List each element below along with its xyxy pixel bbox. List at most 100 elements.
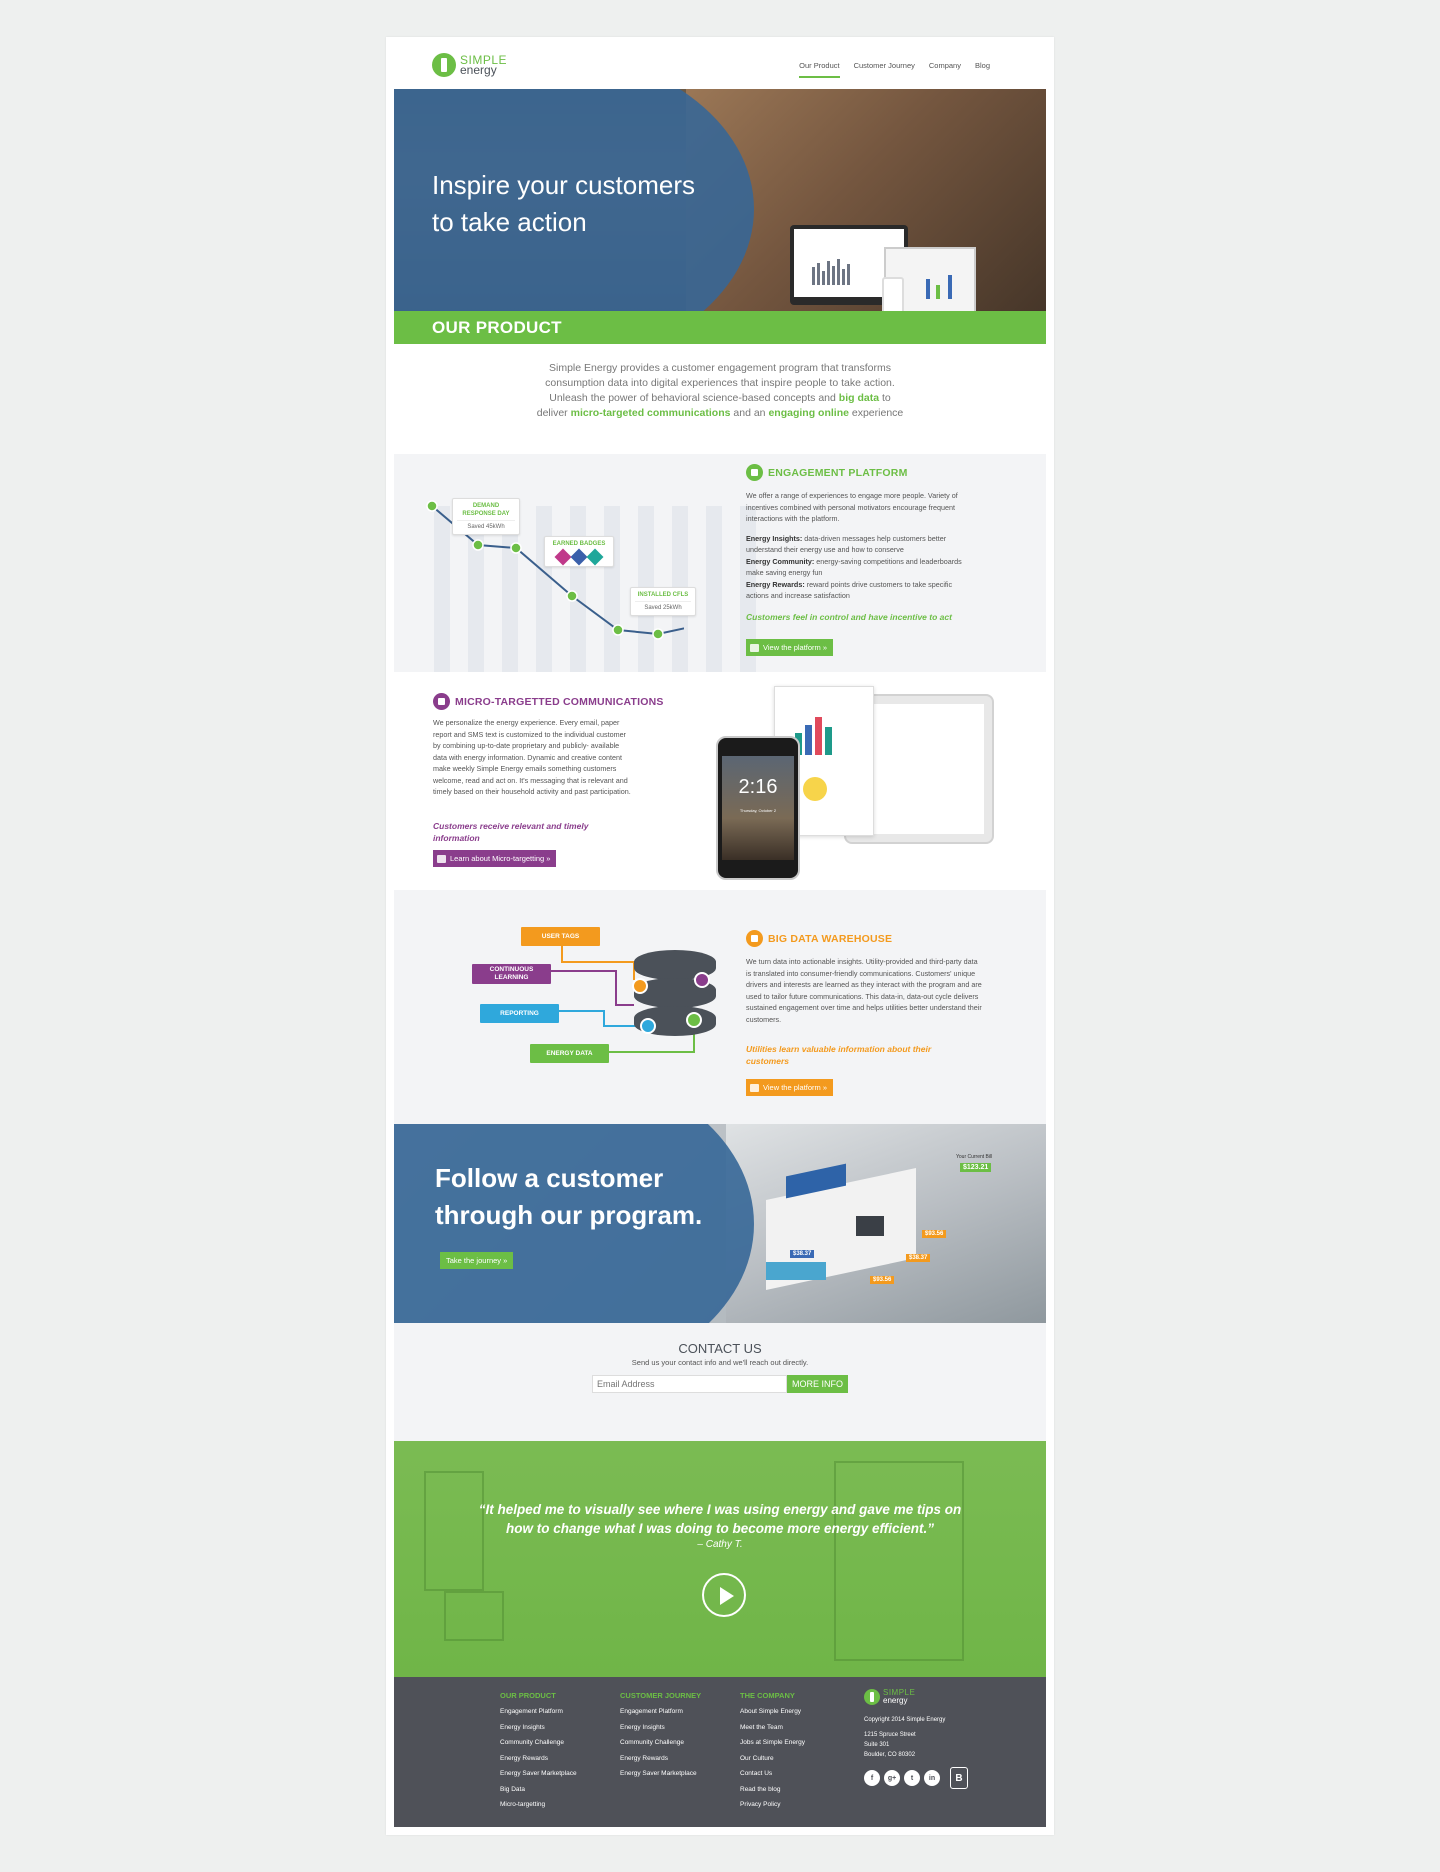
footer-link[interactable]: Privacy Policy (740, 1797, 805, 1813)
site-header: SIMPLE energy Our Product Customer Journ… (386, 37, 1054, 89)
contact-section: CONTACT US Send us your contact info and… (394, 1323, 1046, 1441)
linkedin-icon[interactable]: in (924, 1770, 940, 1786)
google-plus-icon[interactable]: g+ (884, 1770, 900, 1786)
footer-link[interactable]: Energy Saver Marketplace (500, 1766, 577, 1782)
take-journey-button[interactable]: Take the journey » (440, 1252, 514, 1269)
footer-link[interactable]: Big Data (500, 1782, 577, 1798)
play-icon[interactable] (702, 1573, 746, 1617)
contact-subtitle: Send us your contact info and we'll reac… (631, 1358, 809, 1367)
tag-icon (632, 978, 648, 994)
pie-chart-icon (640, 1018, 656, 1034)
envelope-icon (437, 854, 446, 863)
nav-customer-journey[interactable]: Customer Journey (854, 61, 915, 78)
nav-blog[interactable]: Blog (975, 61, 990, 78)
footer-logo[interactable]: SIMPLE energy (864, 1689, 915, 1705)
database-small-icon (750, 1083, 759, 1092)
tag-continuous-learning: CONTINUOUS LEARNING (472, 964, 551, 984)
phone-lockscreen: 2:16 Thursday, October 2 (716, 736, 800, 880)
badge-icon (554, 548, 572, 566)
testimonial-quote: “It helped me to visually see where I wa… (478, 1502, 962, 1536)
footer-link[interactable]: Meet the Team (740, 1720, 805, 1736)
follow-title: Follow a customer through our program. (435, 1163, 703, 1230)
bigdata-body: We turn data into actionable insights. U… (746, 957, 982, 1024)
social-links: f g+ t in B (864, 1767, 968, 1789)
main-nav: Our Product Customer Journey Company Blo… (799, 61, 990, 78)
section-label-bar: OUR PRODUCT (394, 311, 1046, 344)
footer-link[interactable]: Community Challenge (500, 1735, 577, 1751)
facebook-icon[interactable]: f (864, 1770, 880, 1786)
engagement-body: We offer a range of experiences to engag… (746, 491, 962, 600)
database-small-icon (746, 930, 763, 947)
callout-installed-cfls: INSTALLED CFLS Saved 25kWh (630, 587, 696, 616)
footer-link[interactable]: Micro-targetting (500, 1797, 577, 1813)
database-icon (634, 950, 716, 1050)
footer-link[interactable]: Contact Us (740, 1766, 805, 1782)
footer-link[interactable]: Our Culture (740, 1751, 805, 1767)
plug-icon (432, 53, 456, 77)
twitter-icon[interactable]: t (904, 1770, 920, 1786)
footer-link[interactable]: Jobs at Simple Energy (740, 1735, 805, 1751)
contact-title: CONTACT US (678, 1341, 762, 1356)
follow-banner: Your Current Bill $123.21 $38.37 $93.56 … (394, 1124, 1046, 1323)
plug-icon (864, 1689, 880, 1705)
section-label: OUR PRODUCT (432, 318, 562, 337)
micro-title: MICRO-TARGETTED COMMUNICATIONS (433, 693, 664, 710)
logo[interactable]: SIMPLE energy (432, 53, 507, 77)
more-info-button[interactable]: MORE INFO (787, 1375, 848, 1393)
callout-demand-response: DEMAND RESPONSE DAY Saved 45kWh (452, 498, 520, 535)
nav-company[interactable]: Company (929, 61, 961, 78)
footer-link[interactable]: Energy Insights (500, 1720, 577, 1736)
savings-tag: $93.56 (922, 1230, 947, 1238)
micro-tagline: Customers receive relevant and timely in… (433, 821, 589, 843)
footer-journey: CUSTOMER JOURNEY Engagement Platform Ene… (620, 1689, 701, 1782)
view-platform-button[interactable]: View the platform » (746, 639, 834, 656)
footer-link[interactable]: Engagement Platform (500, 1704, 577, 1720)
footer-product: OUR PRODUCT Engagement Platform Energy I… (500, 1689, 577, 1813)
footer-company: THE COMPANY About Simple Energy Meet the… (740, 1689, 805, 1813)
hero-banner: Inspire your customers to take action (394, 89, 1046, 311)
chart-icon (750, 643, 759, 652)
footer-link[interactable]: Energy Rewards (620, 1751, 701, 1767)
badge-icon (586, 548, 604, 566)
email-input[interactable] (592, 1375, 787, 1393)
engagement-section: DEMAND RESPONSE DAY Saved 45kWh EARNED B… (394, 454, 1046, 672)
bolt-icon (686, 1012, 702, 1028)
bill-amount: $123.21 (960, 1163, 992, 1172)
page: SIMPLE energy Our Product Customer Journ… (386, 37, 1054, 1835)
footer-link[interactable]: About Simple Energy (740, 1704, 805, 1720)
phone-time: 2:16 (738, 776, 778, 798)
micro-section: MICRO-TARGETTED COMMUNICATIONS We person… (394, 672, 1046, 890)
intro-text: Simple Energy provides a customer engage… (536, 362, 904, 419)
footer-link[interactable]: Energy Rewards (500, 1751, 577, 1767)
micro-targetting-button[interactable]: Learn about Micro-targetting » (433, 850, 557, 867)
house-illustration: Your Current Bill $123.21 $38.37 $93.56 … (726, 1124, 1046, 1323)
footer-link[interactable]: Engagement Platform (620, 1704, 701, 1720)
nav-our-product[interactable]: Our Product (799, 61, 840, 78)
envelope-icon (433, 693, 450, 710)
footer-link[interactable]: Read the blog (740, 1782, 805, 1798)
footer-address: Copyright 2014 Simple Energy 1215 Spruce… (864, 1717, 946, 1758)
savings-tag: $38.37 (790, 1250, 815, 1258)
testimonial-author: – Cathy T. (697, 1539, 743, 1550)
engagement-title: ENGAGEMENT PLATFORM (746, 464, 908, 481)
site-footer: OUR PRODUCT Engagement Platform Energy I… (394, 1677, 1046, 1827)
savings-tag: $93.56 (870, 1276, 895, 1284)
callout-earned-badges: EARNED BADGES (544, 536, 614, 567)
tag-reporting: REPORTING (480, 1004, 559, 1023)
phone-image (882, 277, 904, 311)
bigdata-view-platform-button[interactable]: View the platform » (746, 1079, 834, 1096)
tag-user-tags: USER TAGS (521, 927, 600, 946)
chart-icon (746, 464, 763, 481)
bill-label: Your Current Bill (956, 1154, 993, 1160)
contact-form: MORE INFO (394, 1375, 1046, 1393)
bigdata-title: BIG DATA WAREHOUSE (746, 930, 892, 947)
engagement-tagline: Customers feel in control and have incen… (746, 612, 952, 622)
phone-date: Thursday, October 2 (739, 808, 777, 813)
footer-link[interactable]: Energy Saver Marketplace (620, 1766, 701, 1782)
footer-link[interactable]: Community Challenge (620, 1735, 701, 1751)
footer-link[interactable]: Energy Insights (620, 1720, 701, 1736)
bigdata-section: USER TAGS CONTINUOUS LEARNING REPORTING … (394, 890, 1046, 1124)
bcorp-badge: B (950, 1767, 968, 1789)
bigdata-tagline: Utilities learn valuable information abo… (746, 1044, 932, 1066)
hero-title: Inspire your customers to take action (432, 170, 695, 237)
